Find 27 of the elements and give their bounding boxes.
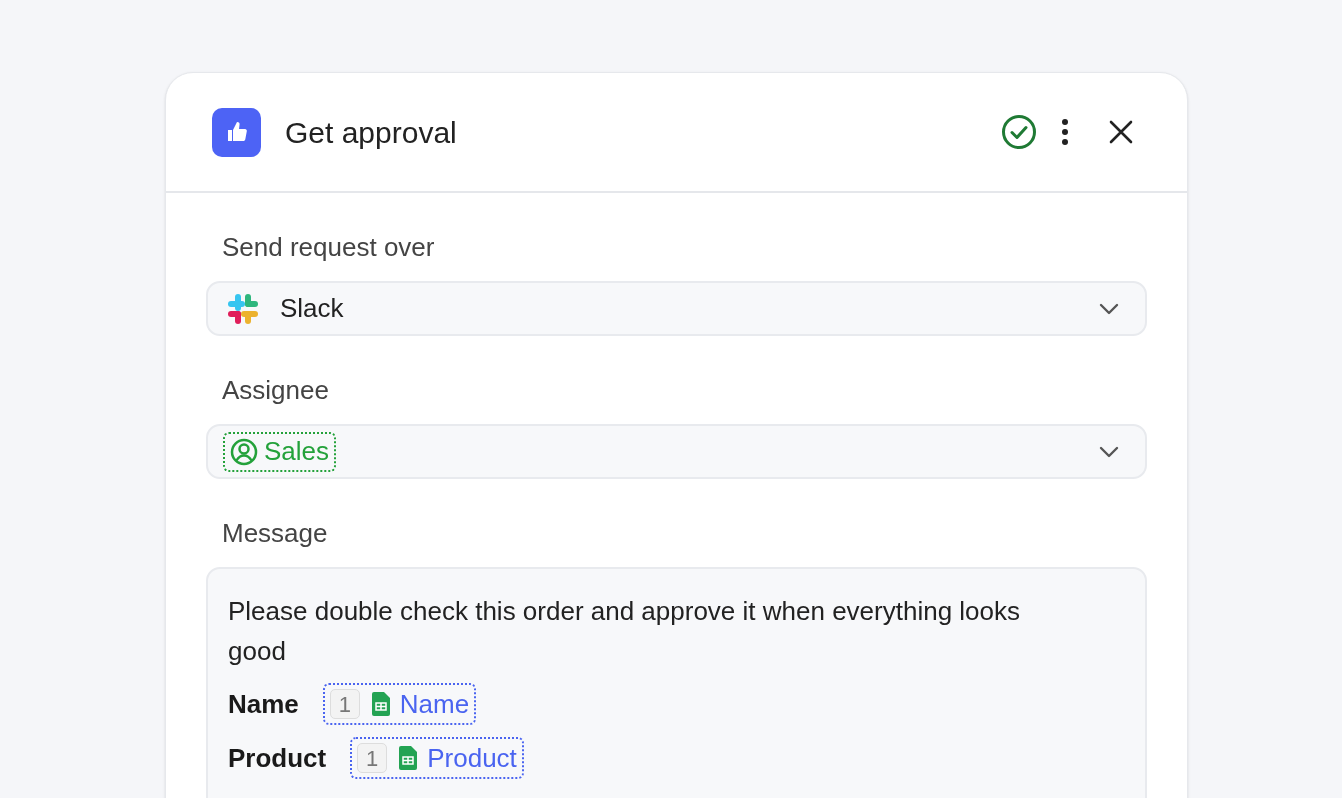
- variable-label: Product: [228, 741, 327, 775]
- more-vertical-icon: [1061, 118, 1069, 146]
- spreadsheet-icon: [371, 692, 390, 716]
- field-label: Assignee: [221, 374, 330, 407]
- field-label: Message: [221, 517, 329, 550]
- chevron-down-icon: [1099, 302, 1119, 315]
- field-label: Send request over: [221, 231, 436, 264]
- message-field[interactable]: Please double check this order and approve it when everything looks good Name 1 Name Product 1 Product: [206, 567, 1147, 798]
- assignee-token[interactable]: Sales: [223, 431, 337, 472]
- variable-token[interactable]: 1 Name: [322, 683, 477, 725]
- spreadsheet-icon: [399, 746, 418, 770]
- variable-token[interactable]: 1 Product: [350, 737, 524, 779]
- dropdown-field[interactable]: Slack: [206, 281, 1147, 336]
- variable-label: Name: [228, 687, 299, 721]
- dropdown-field[interactable]: Sales: [206, 424, 1147, 479]
- step-number: 1: [357, 743, 388, 773]
- panel-title: Get approval: [285, 114, 457, 151]
- selected-value: Slack: [280, 292, 344, 325]
- check-circle-icon: [1001, 114, 1037, 150]
- thumbs-up-icon: [212, 107, 261, 157]
- close-button[interactable]: [1107, 118, 1135, 146]
- close-icon: [1109, 120, 1133, 144]
- user-circle-icon: [230, 437, 258, 466]
- message-text: Please double check this order and approve it when everything looks good: [228, 595, 1022, 668]
- chevron-down-icon: [1099, 445, 1119, 458]
- slack-logo-icon: [226, 291, 260, 326]
- step-number: 1: [329, 689, 360, 719]
